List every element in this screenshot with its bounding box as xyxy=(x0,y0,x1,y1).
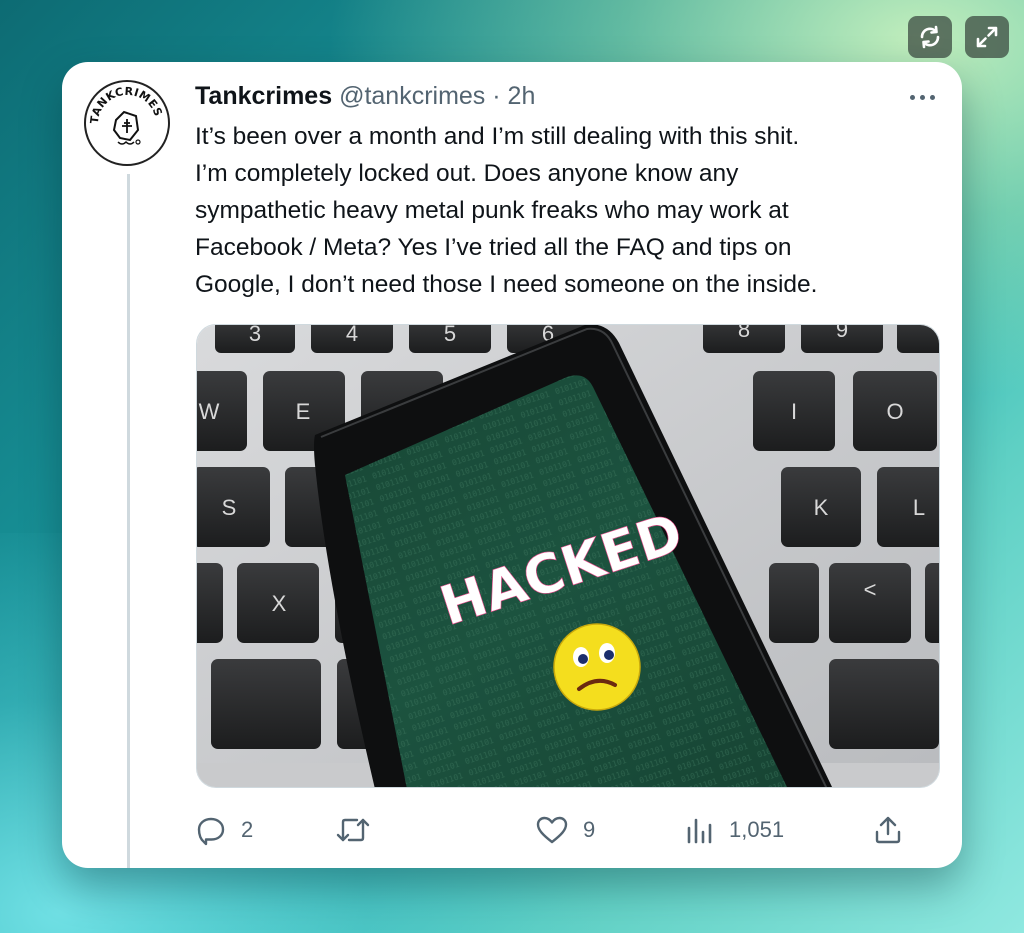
tweet-text: It’s been over a month and I’m still dea… xyxy=(195,123,818,298)
reply-button[interactable]: 2 xyxy=(195,810,253,850)
views-count: 1,051 xyxy=(729,817,785,842)
display-name[interactable]: Tankcrimes xyxy=(195,82,332,110)
svg-text:8: 8 xyxy=(738,325,750,342)
views-button[interactable]: 1,051 xyxy=(685,810,784,850)
user-handle[interactable]: @tankcrimes xyxy=(339,82,485,110)
svg-text:X: X xyxy=(272,591,287,616)
svg-text:3: 3 xyxy=(249,325,261,346)
svg-text:<: < xyxy=(864,577,877,602)
retweet-button[interactable] xyxy=(335,810,385,850)
like-count: 9 xyxy=(583,817,596,842)
svg-text:W: W xyxy=(199,399,220,424)
retweet-icon xyxy=(336,818,370,842)
separator: · xyxy=(492,82,501,110)
share-icon xyxy=(875,816,901,844)
svg-text:TANKCRIMES: TANKCRIMES xyxy=(88,85,165,125)
tweet-actions: 2 9 1,051 xyxy=(195,810,945,850)
tweet-header: Tankcrimes @tankcrimes · 2h xyxy=(195,80,535,112)
svg-text:E: E xyxy=(296,399,311,424)
more-dot xyxy=(919,94,925,100)
avatar[interactable]: TANKCRIMES xyxy=(84,80,170,166)
tankcrimes-logo-icon: TANKCRIMES xyxy=(88,85,165,145)
expand-icon xyxy=(976,26,998,48)
more-options-button[interactable] xyxy=(902,82,942,112)
share-button[interactable] xyxy=(873,810,903,850)
timestamp[interactable]: 2h xyxy=(508,82,536,110)
reply-count: 2 xyxy=(241,817,254,842)
refresh-button[interactable] xyxy=(908,16,952,58)
worried-face-icon xyxy=(553,623,641,711)
heart-icon xyxy=(536,816,568,844)
svg-text:S: S xyxy=(222,495,237,520)
svg-text:K: K xyxy=(814,495,829,520)
tweet-card[interactable]: TANKCRIMES Tankcrimes @tankcrimes · 2h I… xyxy=(62,62,962,868)
like-button[interactable]: 9 xyxy=(535,810,595,850)
refresh-icon xyxy=(920,25,940,49)
svg-text:L: L xyxy=(913,495,925,520)
svg-text:4: 4 xyxy=(346,325,358,346)
views-chart-icon xyxy=(687,818,712,844)
svg-text:I: I xyxy=(791,399,797,424)
svg-text:5: 5 xyxy=(444,325,456,346)
more-dot xyxy=(929,94,935,100)
reply-icon xyxy=(197,817,225,846)
hacked-phone-image: 0101101 xyxy=(197,325,939,787)
svg-text:9: 9 xyxy=(836,325,848,342)
thread-line xyxy=(127,174,130,868)
expand-button[interactable] xyxy=(965,16,1009,58)
tweet-media[interactable]: 0101101 xyxy=(196,324,940,788)
svg-text:O: O xyxy=(886,399,903,424)
more-dot xyxy=(909,94,915,100)
